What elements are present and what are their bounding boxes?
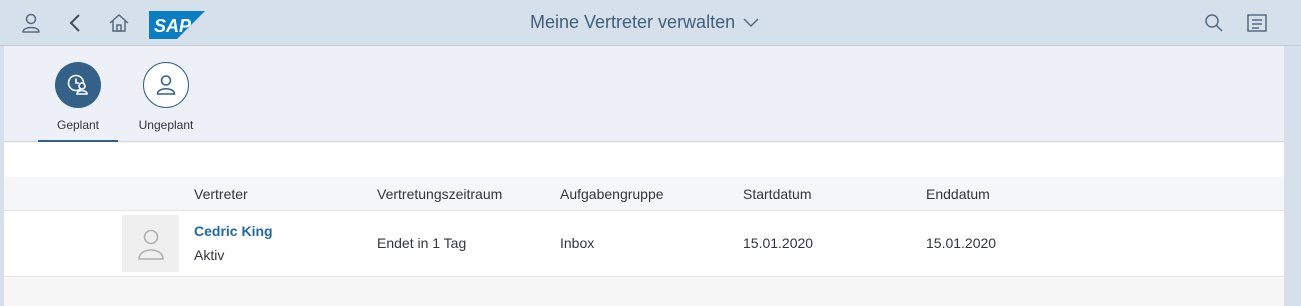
column-header: Enddatum [926, 186, 990, 202]
column-header: Vertretungszeitraum [377, 186, 503, 202]
tab-ungeplant[interactable]: Ungeplant [126, 62, 206, 132]
substitute-name-link[interactable]: Cedric King [194, 223, 273, 239]
toolbar-area [4, 143, 1284, 177]
chevron-down-icon [743, 17, 759, 27]
logo-text: SAP [154, 16, 192, 36]
cell-zeitraum: Endet in 1 Tag [377, 235, 467, 251]
cell-aufgabengruppe: Inbox [560, 235, 595, 251]
app-title-dropdown[interactable]: Meine Vertreter verwalten [530, 12, 759, 33]
icon-tab-bar: Geplant Ungeplant [4, 46, 1284, 142]
table-header: Vertreter Vertretungszeitraum Aufgabengr… [4, 178, 1284, 211]
person-icon [156, 75, 176, 95]
user-icon[interactable] [19, 11, 43, 35]
back-icon[interactable] [64, 11, 88, 35]
column-header: Startdatum [743, 186, 812, 202]
search-icon[interactable] [1202, 11, 1226, 35]
tab-geplant-label: Geplant [56, 118, 100, 132]
shell-header: SAP Meine Vertreter verwalten [0, 0, 1301, 46]
tab-geplant[interactable]: Geplant [38, 62, 118, 132]
person-placeholder-icon [137, 229, 164, 260]
avatar [122, 215, 179, 272]
cell-enddatum: 15.01.2020 [926, 235, 997, 251]
menu-icon[interactable] [1245, 11, 1269, 35]
home-icon[interactable] [107, 11, 131, 35]
column-header: Vertreter [194, 186, 248, 202]
tab-selected-indicator [38, 140, 118, 142]
calendar-person-icon [67, 74, 88, 95]
tab-ungeplant-circle [143, 62, 189, 108]
column-header: Aufgabengruppe [560, 186, 664, 202]
tab-ungeplant-label: Ungeplant [138, 118, 194, 132]
main-content: Geplant Ungeplant Vertreter Vertretungsz… [4, 46, 1284, 306]
sap-logo[interactable]: SAP [149, 11, 205, 39]
cell-startdatum: 15.01.2020 [743, 235, 814, 251]
substitute-status: Aktiv [194, 247, 225, 263]
table-row[interactable]: Cedric King Aktiv Endet in 1 Tag Inbox 1… [4, 211, 1284, 277]
frame-right [1284, 46, 1301, 306]
tab-geplant-circle [55, 62, 101, 108]
page-title: Meine Vertreter verwalten [530, 12, 736, 32]
